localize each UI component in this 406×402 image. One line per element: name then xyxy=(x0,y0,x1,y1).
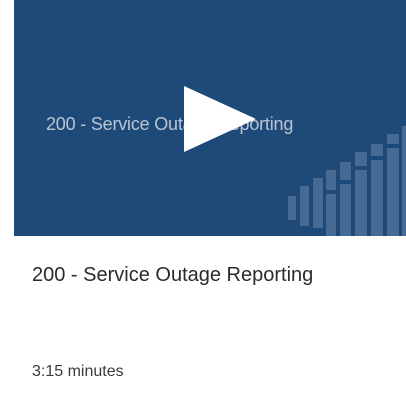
video-title[interactable]: 200 - Service Outage Reporting xyxy=(32,264,313,287)
decorative-bars-graphic xyxy=(288,126,406,236)
video-card[interactable]: 200 - Service Outage Reporting 200 - Ser… xyxy=(14,0,406,402)
video-duration: 3:15 minutes xyxy=(32,363,124,380)
video-thumbnail[interactable]: 200 - Service Outage Reporting xyxy=(14,0,406,236)
thumbnail-title: 200 - Service Outage Reporting xyxy=(46,114,294,134)
play-icon[interactable] xyxy=(184,86,256,152)
